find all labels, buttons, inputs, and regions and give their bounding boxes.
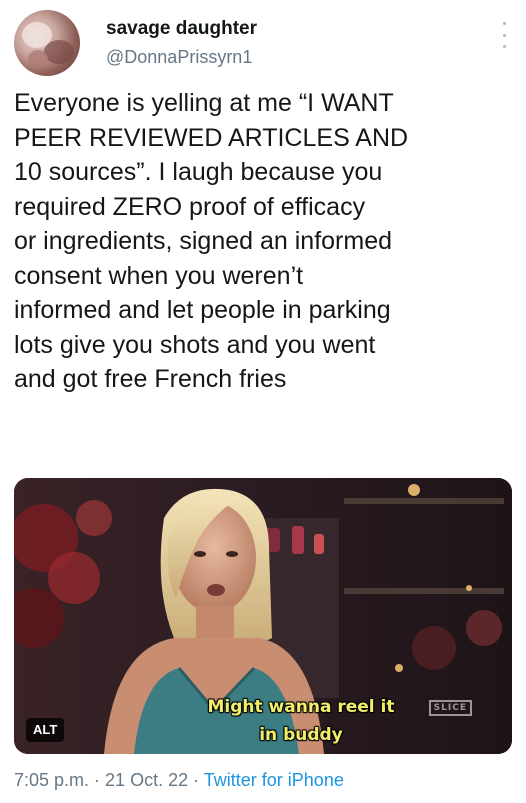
media-caption-line-2: in buddy xyxy=(259,725,343,745)
tweet-line: Everyone is yelling at me “I WANT xyxy=(14,89,394,117)
alt-text-badge[interactable]: ALT xyxy=(26,718,65,742)
tweet-metadata: 7:05 p.m. · 21 Oct. 22 · Twitter for iPh… xyxy=(14,768,344,792)
tweet-date[interactable]: 21 Oct. 22 xyxy=(105,770,188,790)
tweet-card: savage daughter @DonnaPrissyrn1 Everyone… xyxy=(0,0,526,803)
tweet-header: savage daughter @DonnaPrissyrn1 xyxy=(14,8,512,78)
meta-separator: · xyxy=(89,770,106,790)
tweet-text: Everyone is yelling at me “I WANT PEER R… xyxy=(14,86,514,397)
tweet-line: or ingredients, signed an informed xyxy=(14,227,393,255)
watermark-logo: SLICE xyxy=(428,700,472,716)
author-display-name[interactable]: savage daughter xyxy=(106,18,257,40)
tweet-line: PEER REVIEWED ARTICLES AND xyxy=(14,123,409,152)
meta-separator: · xyxy=(188,770,204,790)
tweet-line: lots give you shots and you went xyxy=(14,330,376,359)
more-options-icon[interactable] xyxy=(496,22,512,48)
avatar[interactable] xyxy=(14,10,80,76)
tweet-line: and got free French fries xyxy=(14,365,287,393)
tweet-line: consent when you weren’t xyxy=(14,261,304,290)
author-names: savage daughter @DonnaPrissyrn1 xyxy=(106,18,257,68)
tweet-line: required ZERO proof of efficacy xyxy=(14,192,366,221)
tweet-line: 10 sources”. I laugh because you xyxy=(14,158,383,186)
tweet-time[interactable]: 7:05 p.m. xyxy=(14,770,89,790)
author-handle[interactable]: @DonnaPrissyrn1 xyxy=(106,46,257,68)
tweet-line: informed and let people in parking xyxy=(14,296,391,324)
tweet-source-link[interactable]: Twitter for iPhone xyxy=(204,770,344,790)
tweet-media-image[interactable]: Might wanna reel it in buddy SLICE ALT xyxy=(14,478,512,754)
